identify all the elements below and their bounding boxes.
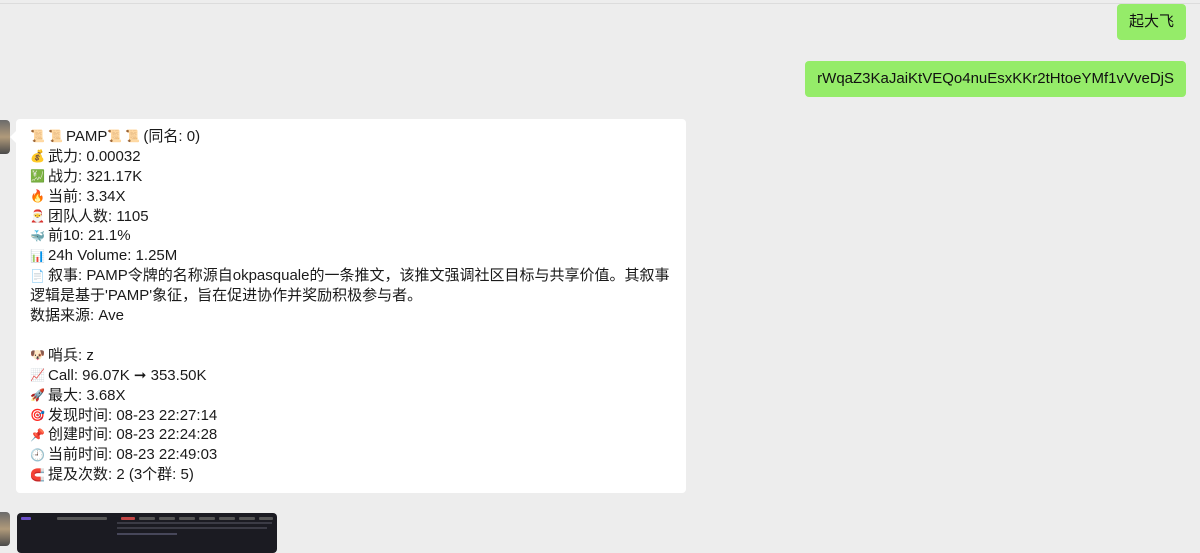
santa-icon: 🎅 xyxy=(30,209,45,223)
scroll-icon: 📜 xyxy=(107,129,123,144)
stat-row: 🎅 团队人数: 1105 xyxy=(30,207,672,227)
stat-row: 🐶 哨兵: z xyxy=(30,346,672,366)
stat-row: 🎯 发现时间: 08-23 22:27:14 xyxy=(30,406,672,426)
stat-row: 📊 24h Volume: 1.25M xyxy=(30,246,672,266)
rocket-icon: 🚀 xyxy=(30,388,45,403)
sender-avatar[interactable] xyxy=(0,512,10,546)
stat-row: 💹 战力: 321.17K xyxy=(30,167,672,187)
token-name: PAMP xyxy=(66,128,108,145)
pushpin-icon: 📌 xyxy=(30,427,45,442)
stat-text: 创建时间: 08-23 22:24:28 xyxy=(48,426,218,444)
token-header: 📜 📜 PAMP 📜 📜 (同名: 0) xyxy=(30,127,672,147)
data-source-text: 数据来源: Ave xyxy=(30,307,124,325)
stat-row: 🐳 前10: 21.1% xyxy=(30,226,672,246)
chart-up-icon: 💹 xyxy=(30,169,45,184)
stat-text: 战力: 321.17K xyxy=(48,167,143,185)
narrative-text: 叙事: PAMP令牌的名称源自okpasquale的一条推文，该推文强调社区目标… xyxy=(30,267,670,305)
outgoing-message-1[interactable]: 起大飞 xyxy=(1116,4,1186,40)
stat-text: 团队人数: 1105 xyxy=(48,207,149,225)
stat-row: 📌 创建时间: 08-23 22:24:28 xyxy=(30,425,672,445)
stat-text: 武力: 0.00032 xyxy=(48,147,141,165)
incoming-message[interactable]: 📜 📜 PAMP 📜 📜 (同名: 0) 💰 武力: 0.00032 💹 战力:… xyxy=(10,119,686,493)
scroll-icon: 📜 xyxy=(30,129,45,144)
outgoing-message-2[interactable]: rWqaZ3KaJaiKtVEQo4nuEsxKKr2tHtoeYMf1vVve… xyxy=(805,61,1186,97)
whale-icon: 🐳 xyxy=(30,228,45,243)
trend-up-icon: 📈 xyxy=(30,368,45,383)
narrative-row: 📄 叙事: PAMP令牌的名称源自okpasquale的一条推文，该推文强调社区目… xyxy=(30,266,672,306)
stat-row: 🕘 当前时间: 08-23 22:49:03 xyxy=(30,445,672,465)
window-top-divider xyxy=(0,3,1200,4)
stat-row: 🚀 最大: 3.68X xyxy=(30,386,672,406)
fire-icon: 🔥 xyxy=(30,189,45,204)
same-name-count: (同名: 0) xyxy=(143,128,201,145)
stat-text: Call: 96.07K ➞ 353.50K xyxy=(48,366,207,384)
stat-text: 最大: 3.68X xyxy=(48,386,126,404)
stat-text: 发现时间: 08-23 22:27:14 xyxy=(48,406,218,424)
outgoing-message-text: 起大飞 xyxy=(1128,13,1174,30)
magnet-icon: 🧲 xyxy=(30,467,45,482)
data-source-row: 数据来源: Ave xyxy=(30,306,672,326)
stat-text: 哨兵: z xyxy=(48,346,94,364)
money-bag-icon: 💰 xyxy=(30,149,45,164)
stat-row: 💰 武力: 0.00032 xyxy=(30,147,672,167)
dog-face-icon: 🐶 xyxy=(30,348,45,363)
scroll-icon: 📜 xyxy=(48,129,63,144)
image-message-thumbnail[interactable] xyxy=(17,513,277,553)
outgoing-message-text: rWqaZ3KaJaiKtVEQo4nuEsxKKr2tHtoeYMf1vVve… xyxy=(817,70,1174,87)
stat-row: 🔥 当前: 3.34X xyxy=(30,187,672,207)
stat-text: 当前时间: 08-23 22:49:03 xyxy=(48,446,218,464)
bar-chart-icon: 📊 xyxy=(30,248,45,263)
clock-icon: 🕘 xyxy=(30,447,45,462)
stat-row: 🧲 提及次数: 2 (3个群: 5) xyxy=(30,465,672,485)
stat-row: 📈 Call: 96.07K ➞ 353.50K xyxy=(30,366,672,386)
memo-icon: 📄 xyxy=(30,269,45,284)
stat-text: 提及次数: 2 (3个群: 5) xyxy=(48,466,194,484)
target-icon: 🎯 xyxy=(30,407,45,422)
stat-text: 前10: 21.1% xyxy=(48,227,131,245)
sender-avatar[interactable] xyxy=(0,120,10,154)
scroll-icon: 📜 xyxy=(125,129,141,144)
stat-text: 当前: 3.34X xyxy=(48,187,126,205)
stat-text: 24h Volume: 1.25M xyxy=(48,247,178,265)
